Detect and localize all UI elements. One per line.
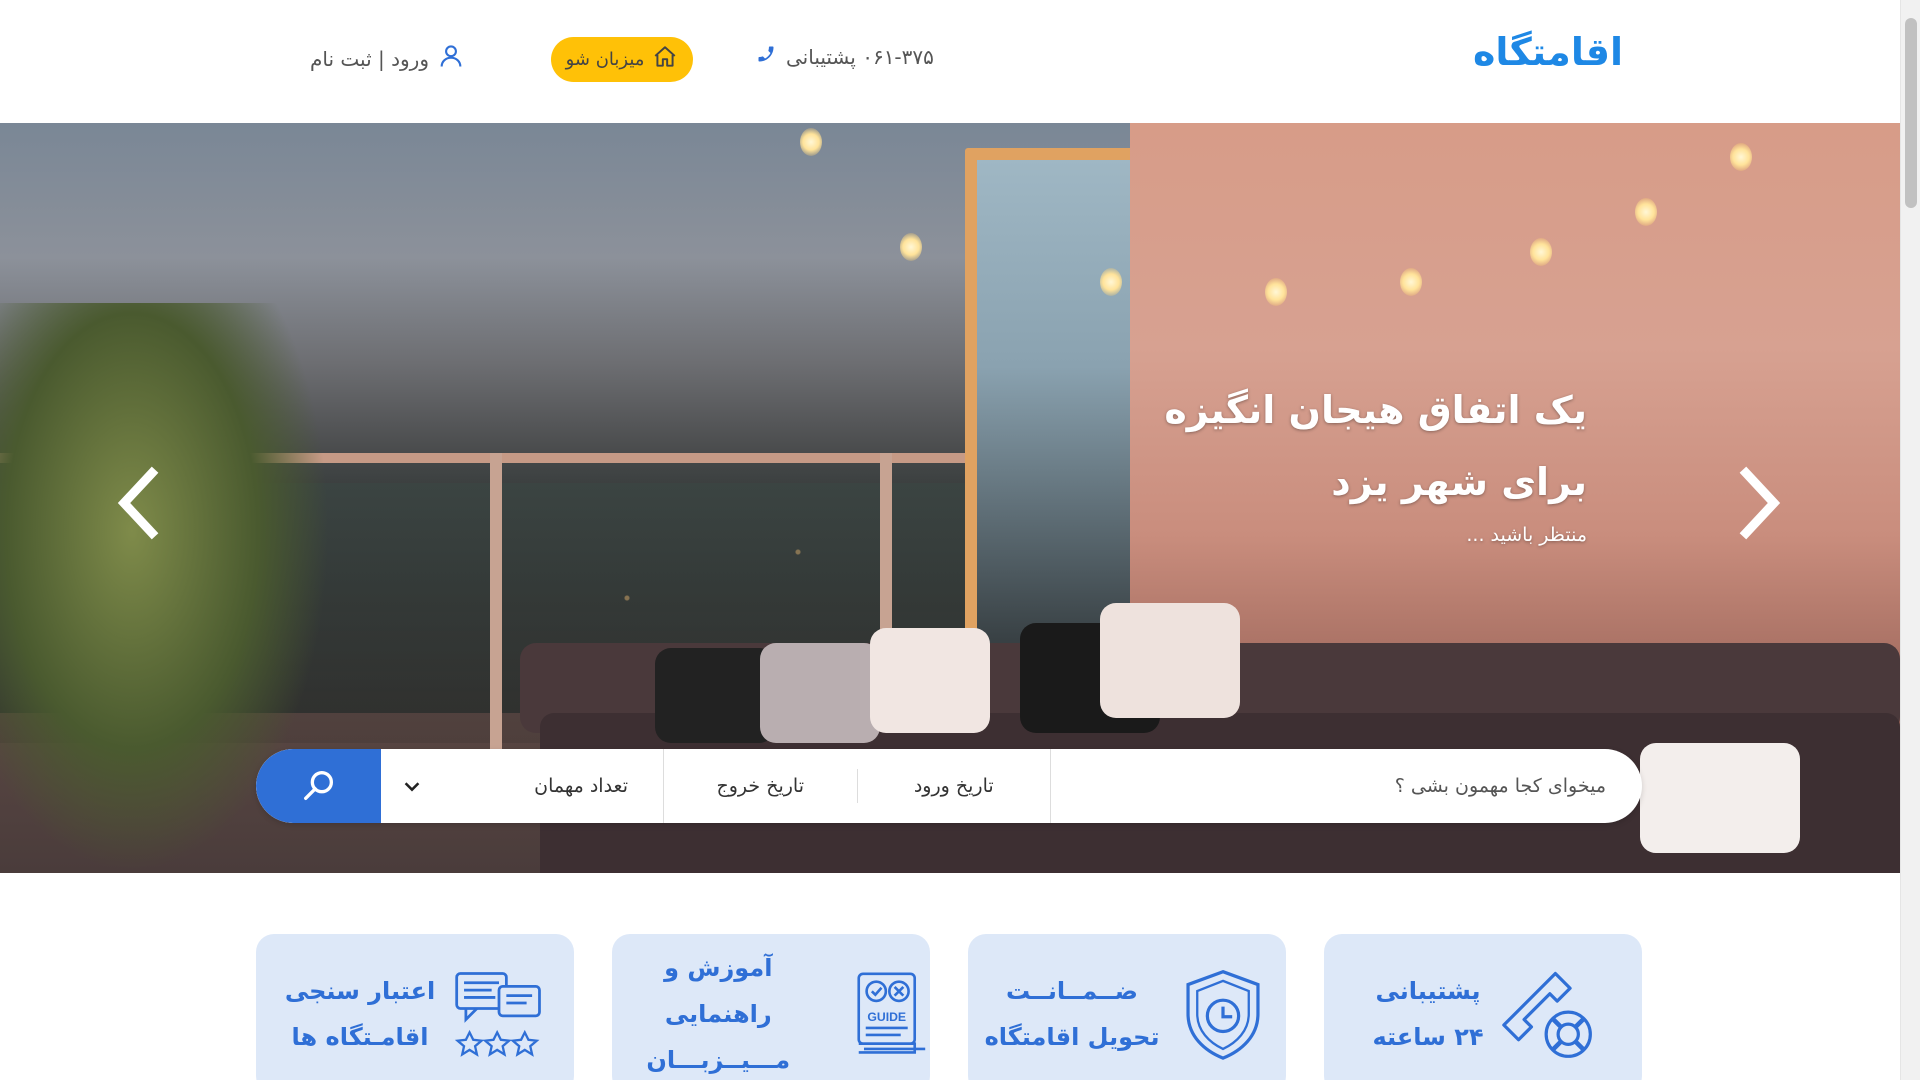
date-range: تاریخ خروج تاریخ ورود [664,749,1051,823]
svg-text:GUIDE: GUIDE [867,1010,906,1024]
login-label: ورود | ثبت نام [310,46,429,71]
hero-pillow [870,628,990,733]
checkin-date-field[interactable]: تاریخ ورود [858,775,1051,797]
search-icon [303,771,333,801]
feature-card-rating[interactable]: اعتبار سنجی اقامـتگاه ها [256,934,574,1080]
hero-subtitle: منتظر باشید ... [1466,524,1587,546]
feature-line2: ۲۴ ساعته [1372,1023,1484,1051]
site-logo[interactable]: اقامتگاه [1473,30,1623,74]
phone-icon [756,44,776,69]
feature-text: آموزش و راهنمایی مـــیــزبـــان [612,945,825,1080]
string-light-bulb [1100,268,1122,296]
feature-line2: مـــیــزبـــان [646,1046,791,1074]
hero-pillow [1100,603,1240,718]
string-light-bulb [1265,278,1287,306]
feature-line1: آموزش و راهنمایی [664,954,773,1028]
login-register-link[interactable]: ورود | ثبت نام [310,42,465,75]
feature-line1: اعتبار سنجی [284,977,436,1005]
feature-line2: تحویل اقامتگاه [984,1023,1160,1051]
feature-card-guarantee[interactable]: ضــمــانــت تحویل اقامتگاه [968,934,1286,1080]
guests-label: تعداد مهمان [534,775,628,797]
destination-field [1051,749,1642,823]
hero-title-line2: برای شهر یزد [1331,460,1587,504]
feature-text: پشتیبانی ۲۴ ساعته [1373,968,1484,1060]
feature-line2: اقامـتگاه ها [291,1023,429,1051]
hero-pillow [760,643,880,743]
rating-chat-icon [455,972,542,1057]
feature-card-support[interactable]: پشتیبانی ۲۴ ساعته [1324,934,1642,1080]
string-light-bulb [1730,143,1752,171]
become-host-label: میزبان شو [565,49,645,70]
feature-text: ضــمــانــت تحویل اقامتگاه [985,968,1160,1060]
chevron-down-icon [404,782,420,792]
hero-title-line1: یک اتفاق هیجان انگیزه [1164,388,1587,432]
search-bar: تعداد مهمان تاریخ خروج تاریخ ورود [256,749,1642,823]
hero-caption: یک اتفاق هیجان انگیزه برای شهر یزد منتظر… [1164,388,1587,546]
features-section: اعتبار سنجی اقامـتگاه ها GUIDE آموزش و ر… [256,934,1642,1080]
string-light-bulb [1400,268,1422,296]
support-phone-icon [1501,971,1592,1058]
feature-card-guide[interactable]: GUIDE آموزش و راهنمایی مـــیــزبـــان [612,934,930,1080]
guide-book-icon: GUIDE [856,972,925,1054]
support-text: ۰۶۱-۳۷۵ پشتیبانی [786,44,934,69]
hero-pillow [1640,743,1800,853]
feature-line1: ضــمــانــت [1006,977,1138,1005]
shield-clock-icon [1186,969,1261,1060]
hero-pillow [655,648,775,743]
user-icon [437,42,465,75]
feature-line1: پشتیبانی [1375,977,1481,1005]
slider-next-button[interactable] [1728,463,1788,543]
chevron-right-icon [1739,466,1781,540]
search-button[interactable] [256,749,381,823]
scrollbar-thumb[interactable] [1905,18,1917,208]
become-host-button[interactable]: میزبان شو [551,37,693,82]
site-header: اقامتگاه ۰۶۱-۳۷۵ پشتیبانی میزبان شو ورود… [0,0,1900,123]
support-phone[interactable]: ۰۶۱-۳۷۵ پشتیبانی [756,44,934,69]
string-light-bulb [1530,238,1552,266]
feature-text: اعتبار سنجی اقامـتگاه ها [285,968,435,1060]
destination-input[interactable] [1051,775,1606,797]
slider-prev-button[interactable] [110,463,170,543]
string-light-bulb [900,233,922,261]
guests-select[interactable]: تعداد مهمان [381,749,664,823]
string-light-bulb [800,128,822,156]
hero-rail-post [490,453,502,763]
house-icon [652,44,678,75]
page-scrollbar[interactable] [1900,0,1920,1080]
chevron-left-icon [117,466,159,540]
checkout-date-field[interactable]: تاریخ خروج [664,775,857,797]
string-light-bulb [1635,198,1657,226]
